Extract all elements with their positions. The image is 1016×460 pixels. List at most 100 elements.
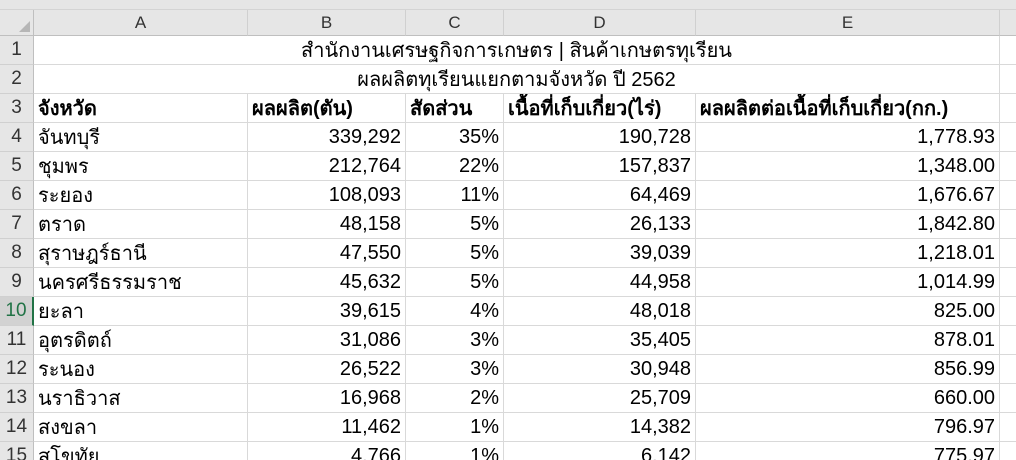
table-cell[interactable]: 1% [406, 442, 504, 460]
table-cell[interactable]: นราธิวาส [34, 384, 248, 413]
table-cell[interactable]: 1,218.01 [696, 239, 1000, 268]
row-header-3[interactable]: 3 [0, 94, 34, 123]
table-cell[interactable]: 22% [406, 152, 504, 181]
table-cell[interactable]: 190,728 [504, 123, 696, 152]
grid-filler [1000, 355, 1016, 384]
title-cell-2[interactable]: ผลผลิตทุเรียนแยกตามจังหวัด ปี 2562 [34, 65, 1000, 94]
column-header-b[interactable]: B [248, 10, 406, 36]
table-cell[interactable]: 878.01 [696, 326, 1000, 355]
row-header-5[interactable]: 5 [0, 152, 34, 181]
table-cell[interactable]: 25,709 [504, 384, 696, 413]
table-cell[interactable]: 14,382 [504, 413, 696, 442]
table-cell[interactable]: 660.00 [696, 384, 1000, 413]
grid-filler [1000, 36, 1016, 65]
grid-filler [1000, 210, 1016, 239]
table-cell[interactable]: สงขลา [34, 413, 248, 442]
row-header-15[interactable]: 15 [0, 442, 34, 460]
ribbon-edge [0, 0, 1016, 10]
table-cell[interactable]: 796.97 [696, 413, 1000, 442]
table-cell[interactable]: 26,133 [504, 210, 696, 239]
select-all-corner[interactable] [0, 10, 34, 36]
table-cell[interactable]: 2% [406, 384, 504, 413]
header-cell-province[interactable]: จังหวัด [34, 94, 248, 123]
grid-filler [1000, 94, 1016, 123]
table-cell[interactable]: 157,837 [504, 152, 696, 181]
table-cell[interactable]: ยะลา [34, 297, 248, 326]
table-cell[interactable]: 47,550 [248, 239, 406, 268]
table-cell[interactable]: ระนอง [34, 355, 248, 384]
row-header-9[interactable]: 9 [0, 268, 34, 297]
table-cell[interactable]: 1,348.00 [696, 152, 1000, 181]
table-cell[interactable]: 825.00 [696, 297, 1000, 326]
table-cell[interactable]: 3% [406, 355, 504, 384]
table-cell[interactable]: 4% [406, 297, 504, 326]
table-cell[interactable]: อุตรดิตถ์ [34, 326, 248, 355]
table-cell[interactable]: 31,086 [248, 326, 406, 355]
table-cell[interactable]: 11% [406, 181, 504, 210]
row-header-8[interactable]: 8 [0, 239, 34, 268]
table-cell[interactable]: 3% [406, 326, 504, 355]
table-cell[interactable]: 339,292 [248, 123, 406, 152]
table-cell[interactable]: 35,405 [504, 326, 696, 355]
grid-filler [1000, 413, 1016, 442]
header-cell-harvest-area[interactable]: เนื้อที่เก็บเกี่ยว(ไร่) [504, 94, 696, 123]
column-header-a[interactable]: A [34, 10, 248, 36]
row-header-6[interactable]: 6 [0, 181, 34, 210]
header-cell-share[interactable]: สัดส่วน [406, 94, 504, 123]
table-cell[interactable]: 5% [406, 239, 504, 268]
row-header-4[interactable]: 4 [0, 123, 34, 152]
table-cell[interactable]: 48,158 [248, 210, 406, 239]
table-cell[interactable]: 39,615 [248, 297, 406, 326]
row-header-2[interactable]: 2 [0, 65, 34, 94]
header-cell-production[interactable]: ผลผลิต(ตัน) [248, 94, 406, 123]
table-cell[interactable]: 775.97 [696, 442, 1000, 460]
column-header-e[interactable]: E [696, 10, 1000, 36]
grid-filler [1000, 326, 1016, 355]
table-cell[interactable]: ชุมพร [34, 152, 248, 181]
table-cell[interactable]: 64,469 [504, 181, 696, 210]
row-header-11[interactable]: 11 [0, 326, 34, 355]
table-cell[interactable]: 45,632 [248, 268, 406, 297]
title-cell-1[interactable]: สำนักงานเศรษฐกิจการเกษตร | สินค้าเกษตรทุ… [34, 36, 1000, 65]
table-cell[interactable]: 6,142 [504, 442, 696, 460]
table-cell[interactable]: 1,014.99 [696, 268, 1000, 297]
row-header-14[interactable]: 14 [0, 413, 34, 442]
row-header-12[interactable]: 12 [0, 355, 34, 384]
row-header-1[interactable]: 1 [0, 36, 34, 65]
table-cell[interactable]: 16,968 [248, 384, 406, 413]
grid-filler [1000, 65, 1016, 94]
row-header-10[interactable]: 10 [0, 297, 34, 326]
row-header-7[interactable]: 7 [0, 210, 34, 239]
table-cell[interactable]: 212,764 [248, 152, 406, 181]
table-cell[interactable]: 1,842.80 [696, 210, 1000, 239]
table-cell[interactable]: 5% [406, 268, 504, 297]
row-header-13[interactable]: 13 [0, 384, 34, 413]
column-header-c[interactable]: C [406, 10, 504, 36]
table-cell[interactable]: 48,018 [504, 297, 696, 326]
table-cell[interactable]: สุราษฎร์ธานี [34, 239, 248, 268]
table-cell[interactable]: สุโขทัย [34, 442, 248, 460]
table-cell[interactable]: 26,522 [248, 355, 406, 384]
table-cell[interactable]: 1% [406, 413, 504, 442]
table-cell[interactable]: 30,948 [504, 355, 696, 384]
table-cell[interactable]: 1,676.67 [696, 181, 1000, 210]
grid-filler [1000, 181, 1016, 210]
grid-filler [1000, 152, 1016, 181]
table-cell[interactable]: 5% [406, 210, 504, 239]
grid-filler [1000, 384, 1016, 413]
table-cell[interactable]: 44,958 [504, 268, 696, 297]
table-cell[interactable]: 856.99 [696, 355, 1000, 384]
table-cell[interactable]: นครศรีธรรมราช [34, 268, 248, 297]
table-cell[interactable]: ตราด [34, 210, 248, 239]
table-cell[interactable]: ระยอง [34, 181, 248, 210]
grid-filler [1000, 297, 1016, 326]
table-cell[interactable]: 4,766 [248, 442, 406, 460]
header-cell-yield[interactable]: ผลผลิตต่อเนื้อที่เก็บเกี่ยว(กก.) [696, 94, 1000, 123]
column-header-d[interactable]: D [504, 10, 696, 36]
table-cell[interactable]: 39,039 [504, 239, 696, 268]
table-cell[interactable]: 108,093 [248, 181, 406, 210]
table-cell[interactable]: 11,462 [248, 413, 406, 442]
table-cell[interactable]: 1,778.93 [696, 123, 1000, 152]
table-cell[interactable]: 35% [406, 123, 504, 152]
table-cell[interactable]: จันทบุรี [34, 123, 248, 152]
